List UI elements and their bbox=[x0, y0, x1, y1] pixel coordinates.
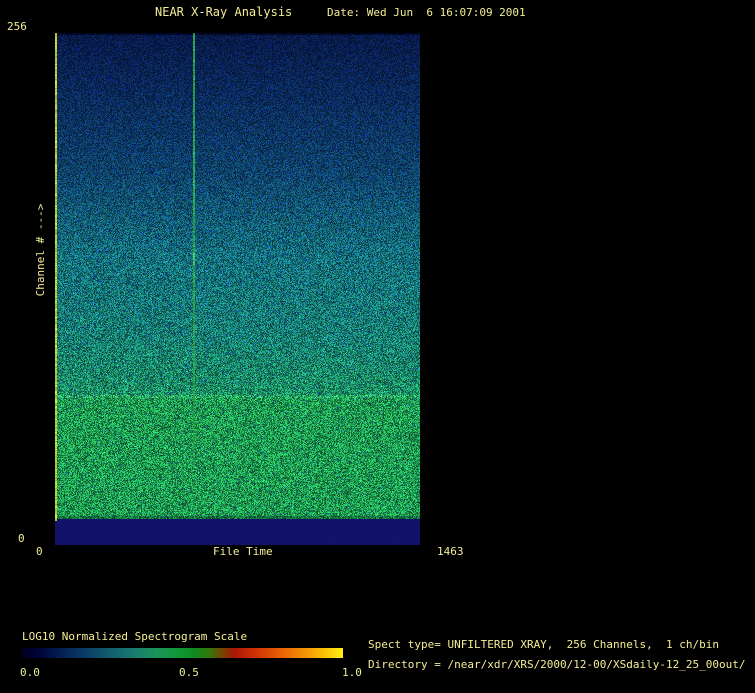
colorbar-tick-high: 1.0 bbox=[342, 667, 362, 679]
x-axis-title: File Time bbox=[213, 546, 273, 558]
colorbar-title: LOG10 Normalized Spectrogram Scale bbox=[22, 631, 247, 643]
colorbar-tick-low: 0.0 bbox=[20, 667, 40, 679]
spectrogram-heatmap bbox=[55, 33, 420, 545]
colorbar-tick-mid: 0.5 bbox=[179, 667, 199, 679]
near-xray-analysis-window: NEAR X-Ray Analysis Date: Wed Jun 6 16:0… bbox=[0, 0, 755, 693]
y-axis-min-label: 0 bbox=[18, 533, 25, 545]
x-axis-max-label: 1463 bbox=[437, 546, 464, 558]
y-axis-max-label: 256 bbox=[7, 21, 27, 33]
x-axis-min-label: 0 bbox=[36, 546, 43, 558]
spect-type-info: Spect type= UNFILTERED XRAY, 256 Channel… bbox=[368, 639, 719, 651]
header-date: Date: Wed Jun 6 16:07:09 2001 bbox=[327, 7, 526, 19]
colorbar-gradient bbox=[22, 648, 343, 658]
directory-info: Directory = /near/xdr/XRS/2000/12-00/XSd… bbox=[368, 659, 746, 671]
y-axis-title: Channel # ---> bbox=[35, 204, 47, 297]
page-title: NEAR X-Ray Analysis bbox=[155, 6, 292, 18]
